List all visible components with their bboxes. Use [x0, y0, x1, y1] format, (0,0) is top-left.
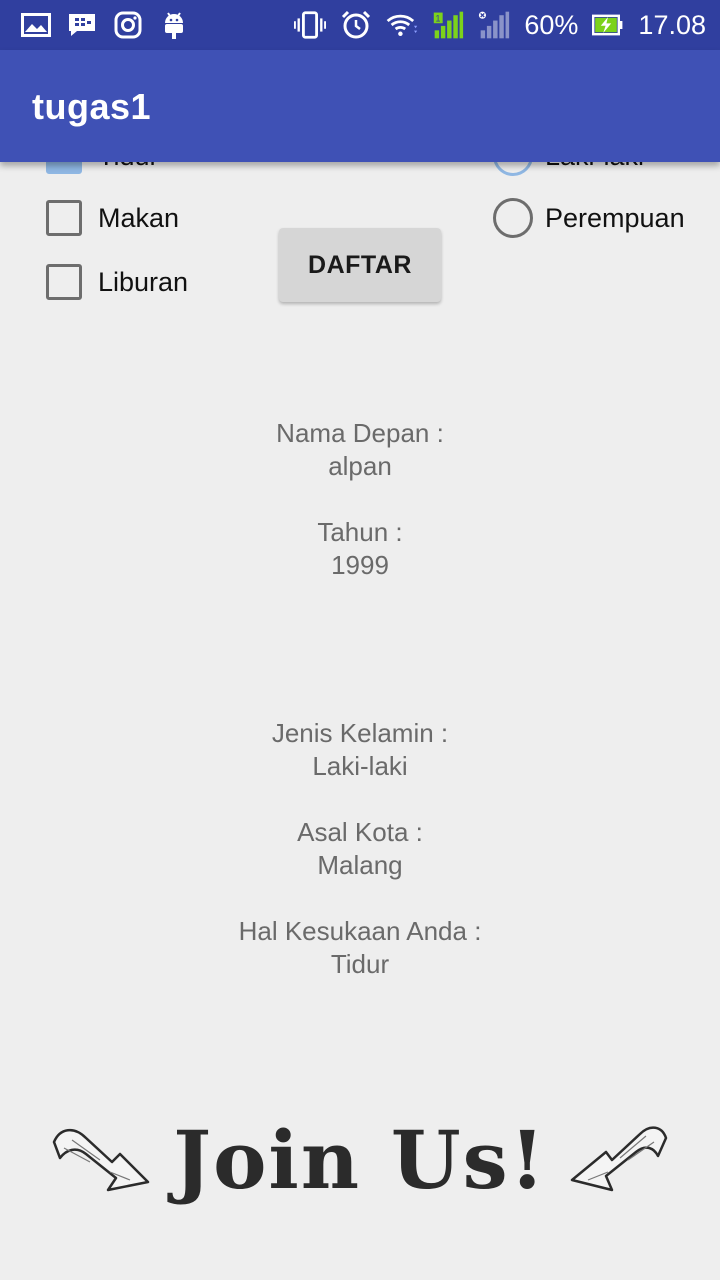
checkbox-liburan[interactable]: Liburan: [46, 264, 188, 300]
radio-circle[interactable]: [493, 198, 533, 238]
tahun-value: 1999: [331, 550, 389, 580]
battery-charging-icon: [592, 11, 624, 39]
app-title: tugas1: [32, 86, 152, 127]
result-jenis-kelamin: Jenis Kelamin : Laki-laki: [0, 717, 720, 783]
bbm-icon: [66, 11, 98, 39]
result-hal-kesukaan: Hal Kesukaan Anda : Tidur: [0, 915, 720, 981]
result-tahun: Tahun : 1999: [0, 516, 720, 582]
tahun-label: Tahun :: [317, 517, 403, 547]
android-icon: [158, 11, 190, 39]
jenis-label: Jenis Kelamin :: [271, 718, 449, 748]
daftar-button[interactable]: DAFTAR: [279, 228, 441, 302]
checkbox-box[interactable]: [46, 264, 82, 300]
join-us-banner: Join Us!: [50, 1100, 670, 1220]
kota-label: Asal Kota :: [297, 817, 423, 847]
join-us-text: Join Us!: [173, 1113, 547, 1207]
status-bar: 1 60% 17.08: [0, 0, 720, 50]
result-asal-kota: Asal Kota : Malang: [0, 816, 720, 882]
main-content: Tidur Makan Liburan Laki-laki Perempuan …: [0, 136, 720, 1280]
wifi-icon: [386, 11, 418, 39]
arrow-right-icon: [50, 1118, 154, 1203]
hal-label: Hal Kesukaan Anda :: [238, 916, 482, 946]
app-bar: tugas1: [0, 50, 720, 162]
battery-percent: 60%: [524, 9, 579, 40]
clock-time: 17.08: [638, 9, 706, 40]
radio-perempuan[interactable]: Perempuan: [493, 198, 685, 238]
jenis-value: Laki-laki: [312, 751, 408, 781]
checkbox-label: Makan: [98, 202, 180, 233]
checkbox-makan[interactable]: Makan: [46, 200, 179, 236]
nama-label: Nama Depan :: [276, 418, 444, 448]
checkbox-box[interactable]: [46, 200, 82, 236]
result-nama: Nama Depan : alpan: [0, 417, 720, 483]
instagram-icon: [112, 11, 144, 39]
kota-value: Malang: [317, 850, 403, 880]
svg-text:1: 1: [436, 13, 441, 23]
signal-sim1-icon: 1: [432, 11, 464, 39]
image-icon: [20, 11, 52, 39]
signal-sim2-icon: [478, 11, 510, 39]
radio-label: Perempuan: [545, 202, 685, 233]
vibrate-icon: [294, 11, 327, 39]
alarm-icon: [340, 10, 372, 39]
hal-value: Tidur: [330, 949, 390, 979]
nama-value: alpan: [328, 451, 392, 481]
arrow-left-icon: [566, 1118, 670, 1203]
checkbox-label: Liburan: [98, 266, 189, 297]
